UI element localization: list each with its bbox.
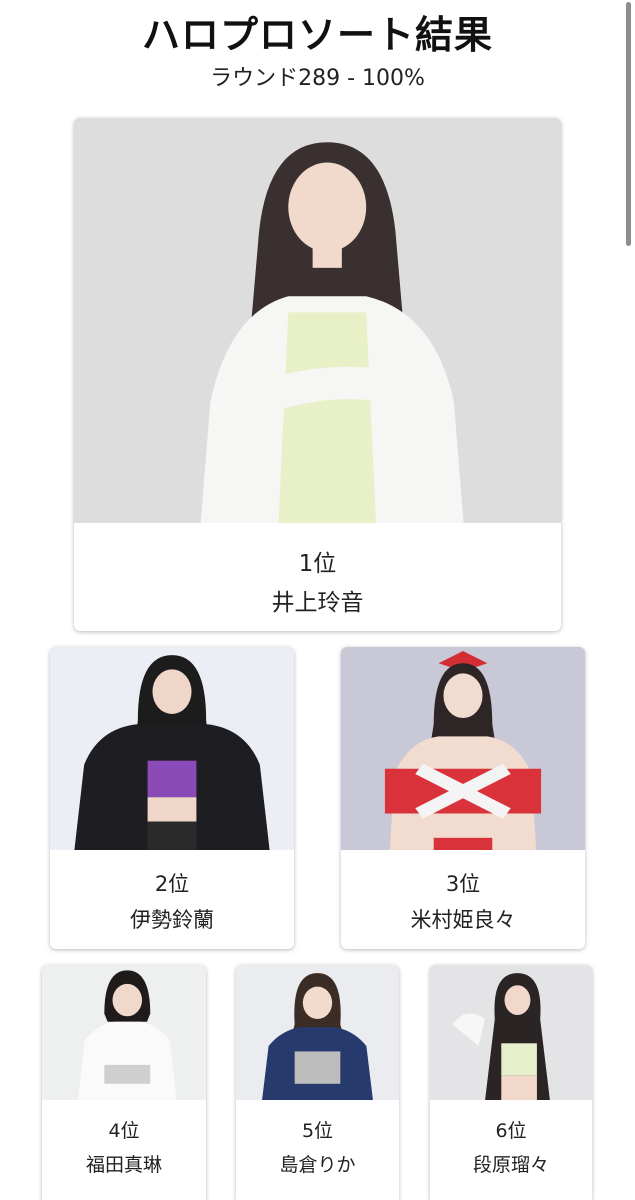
rank-label: 4位 xyxy=(108,1120,140,1142)
rank-label: 5位 xyxy=(301,1120,334,1142)
result-caption: 1位 井上玲音 xyxy=(74,523,561,631)
member-photo xyxy=(341,647,585,850)
result-card-5[interactable]: 5位 島倉りか xyxy=(236,965,399,1200)
member-name: 島倉りか xyxy=(279,1154,356,1176)
result-card-2[interactable]: 2位 伊勢鈴蘭 xyxy=(50,647,294,949)
rank-label: 6位 xyxy=(495,1120,527,1142)
member-name: 井上玲音 xyxy=(271,590,364,616)
member-name: 米村姫良々 xyxy=(410,908,516,932)
result-caption: 6位 段原瑠々 xyxy=(430,1100,592,1200)
member-photo xyxy=(50,647,294,850)
round-progress: ラウンド289 - 100% xyxy=(210,66,425,91)
result-card-1[interactable]: 1位 井上玲音 xyxy=(74,118,561,631)
rank-label: 1位 xyxy=(298,551,337,577)
rank-label: 2位 xyxy=(154,872,190,896)
member-name: 段原瑠々 xyxy=(472,1154,549,1176)
member-photo xyxy=(430,965,592,1100)
page-title: ハロプロソート結果 xyxy=(141,13,493,57)
result-card-3[interactable]: 3位 米村姫良々 xyxy=(341,647,585,949)
member-name: 伊勢鈴蘭 xyxy=(130,908,214,932)
scrollbar[interactable] xyxy=(626,2,631,246)
result-card-4[interactable]: 4位 福田真琳 xyxy=(42,965,206,1200)
member-photo xyxy=(42,965,206,1100)
result-caption: 2位 伊勢鈴蘭 xyxy=(50,850,294,949)
result-caption: 3位 米村姫良々 xyxy=(341,850,585,949)
result-caption: 5位 島倉りか xyxy=(236,1100,399,1200)
result-card-6[interactable]: 6位 段原瑠々 xyxy=(430,965,592,1200)
rank-label: 3位 xyxy=(445,872,481,896)
member-photo xyxy=(236,965,399,1100)
member-name: 福田真琳 xyxy=(85,1154,162,1176)
member-photo xyxy=(74,118,561,523)
result-caption: 4位 福田真琳 xyxy=(42,1100,206,1200)
results-page: ハロプロソート結果 ラウンド289 - 100% 1位 井上玲音 2位 伊勢鈴蘭… xyxy=(0,0,635,1200)
